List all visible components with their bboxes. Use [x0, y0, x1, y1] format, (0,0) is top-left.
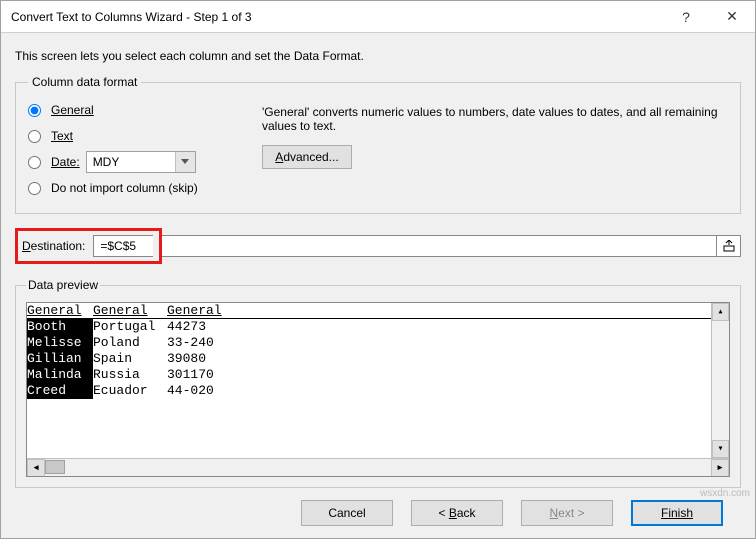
date-format-value: MDY: [93, 155, 120, 169]
table-row[interactable]: MelissePoland33-240: [27, 335, 729, 351]
preview-rows: BoothPortugal44273MelissePoland33-240Gil…: [27, 319, 729, 399]
hscroll-track[interactable]: [45, 459, 711, 477]
radio-skip-label[interactable]: Do not import column (skip): [51, 181, 198, 195]
scroll-left-icon[interactable]: ◂: [27, 459, 45, 477]
close-button[interactable]: ✕: [709, 1, 755, 33]
destination-input[interactable]: [93, 235, 153, 257]
date-format-select[interactable]: MDY: [86, 151, 196, 173]
help-button[interactable]: ?: [663, 1, 709, 33]
preview-header: General General General: [27, 303, 729, 319]
scroll-down-icon[interactable]: ▾: [712, 440, 729, 458]
vscroll-track[interactable]: [712, 321, 729, 440]
data-preview-group: Data preview General General General Boo…: [15, 278, 741, 488]
destination-input-extended[interactable]: [162, 235, 717, 257]
cancel-button[interactable]: Cancel: [301, 500, 393, 526]
column-data-format-group: Column data format General Text Date:: [15, 75, 741, 214]
titlebar: Convert Text to Columns Wizard - Step 1 …: [1, 1, 755, 33]
hscroll-thumb[interactable]: [45, 460, 65, 474]
destination-row: Destination:: [15, 228, 741, 264]
range-picker-button[interactable]: [717, 235, 741, 257]
dialog-content: This screen lets you select each column …: [1, 33, 755, 538]
format-description: 'General' converts numeric values to num…: [262, 105, 724, 133]
data-preview-legend: Data preview: [26, 278, 100, 292]
table-row[interactable]: BoothPortugal44273: [27, 319, 729, 335]
horizontal-scrollbar[interactable]: ◂ ▸: [27, 458, 729, 476]
preview-content[interactable]: General General General BoothPortugal442…: [27, 303, 729, 458]
wizard-dialog: Convert Text to Columns Wizard - Step 1 …: [0, 0, 756, 539]
next-button: Next >: [521, 500, 613, 526]
destination-label: Destination:: [20, 239, 85, 253]
advanced-button-rest: dvanced...: [283, 150, 338, 164]
window-title: Convert Text to Columns Wizard - Step 1 …: [11, 10, 663, 24]
scroll-right-icon[interactable]: ▸: [711, 459, 729, 477]
dialog-footer: Cancel < Back Next > Finish: [15, 488, 741, 538]
finish-button[interactable]: Finish: [631, 500, 723, 526]
preview-header-2[interactable]: General: [167, 303, 222, 318]
preview-header-1[interactable]: General: [93, 303, 167, 318]
scroll-up-icon[interactable]: ▴: [712, 303, 729, 321]
radio-date[interactable]: [28, 156, 41, 169]
back-button[interactable]: < Back: [411, 500, 503, 526]
vertical-scrollbar[interactable]: ▴ ▾: [711, 303, 729, 458]
advanced-button[interactable]: Advanced...: [262, 145, 352, 169]
radio-general-label[interactable]: General: [51, 103, 94, 117]
radio-text-label[interactable]: Text: [51, 129, 73, 143]
table-row[interactable]: GillianSpain39080: [27, 351, 729, 367]
range-picker-icon: [723, 240, 735, 252]
column-data-format-legend: Column data format: [28, 75, 141, 89]
radio-text[interactable]: [28, 130, 41, 143]
destination-highlight: Destination:: [15, 228, 162, 264]
table-row[interactable]: MalindaRussia301170: [27, 367, 729, 383]
radio-skip[interactable]: [28, 182, 41, 195]
format-description-column: 'General' converts numeric values to num…: [258, 97, 728, 169]
preview-header-0[interactable]: General: [27, 303, 93, 318]
chevron-down-icon: [175, 152, 195, 172]
preview-box: General General General BoothPortugal442…: [26, 302, 730, 477]
radio-date-label[interactable]: Date:: [51, 155, 80, 169]
format-radios: General Text Date: MDY: [28, 97, 258, 201]
radio-general[interactable]: [28, 104, 41, 117]
instruction-text: This screen lets you select each column …: [15, 43, 741, 75]
table-row[interactable]: CreedEcuador44-020: [27, 383, 729, 399]
